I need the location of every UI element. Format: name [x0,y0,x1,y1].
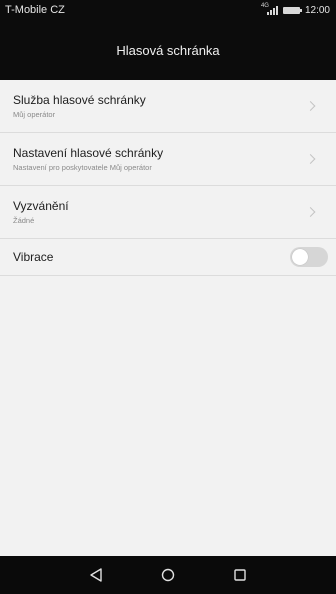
back-icon [90,568,102,582]
header: Hlasová schránka [0,20,336,80]
signal-icon: 4G [261,3,278,15]
vibration-toggle[interactable] [290,247,328,267]
battery-icon [282,6,302,14]
recents-icon [234,569,246,581]
carrier-name: T-Mobile CZ [5,4,65,16]
item-title: Nastavení hlasové schránky [13,145,164,160]
back-button[interactable] [81,560,111,590]
status-icons: 4G 12:00 [261,3,330,16]
item-subtitle: Nastavení pro poskytovatele Můj operátor [13,162,152,172]
item-title: Služba hlasové schránky [13,92,146,107]
toggle-knob [292,249,308,265]
item-subtitle: Žádné [13,215,35,225]
navigation-bar [0,556,336,594]
voicemail-service-item[interactable]: Služba hlasové schránky Můj operátor [0,80,336,133]
home-icon [161,568,175,582]
network-type-label: 4G [260,3,269,9]
item-title: Vibrace [13,249,54,264]
page-title: Hlasová schránka [116,42,220,58]
recents-button[interactable] [225,560,255,590]
voicemail-settings-item[interactable]: Nastavení hlasové schránky Nastavení pro… [0,133,336,186]
item-title: Vyzvánění [13,198,69,213]
settings-list: Služba hlasové schránky Můj operátor Nas… [0,80,336,276]
item-subtitle: Můj operátor [13,109,56,119]
home-button[interactable] [153,560,183,590]
ringtone-item[interactable]: Vyzvánění Žádné [0,186,336,239]
clock: 12:00 [304,4,330,16]
vibration-item[interactable]: Vibrace [0,239,336,276]
status-bar: T-Mobile CZ 4G 12:00 [0,0,336,20]
